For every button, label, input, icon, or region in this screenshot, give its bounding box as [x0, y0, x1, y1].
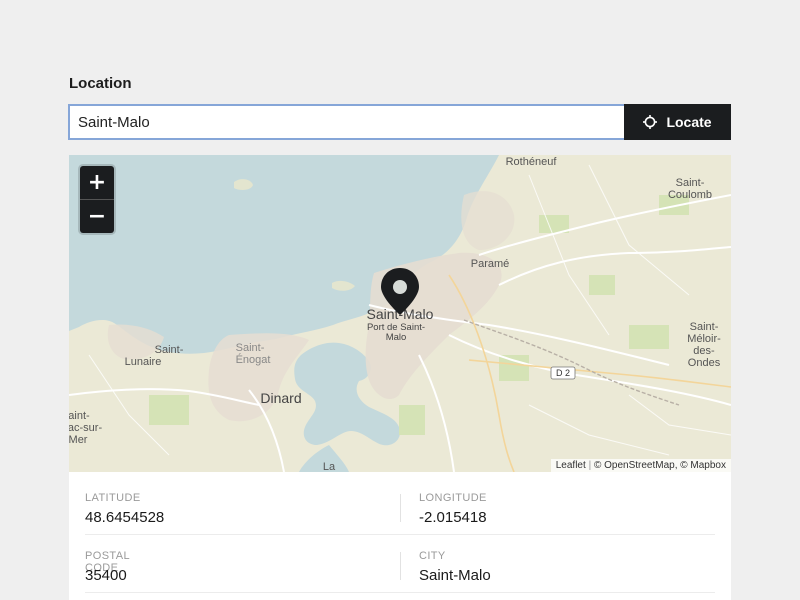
label-d2: D 2 [556, 368, 570, 378]
latitude-value: 48.6454528 [85, 509, 165, 526]
location-input[interactable] [68, 104, 624, 140]
map-tiles[interactable]: Rothéneuf Saint- Coulomb Paramé Saint- L… [69, 155, 731, 472]
label-saint-briac-2: ac-sur- [69, 422, 102, 434]
label-parame: Paramé [471, 258, 510, 270]
mapbox-link[interactable]: © Mapbox [680, 460, 726, 471]
zoom-control: + − [80, 166, 114, 233]
city-label: CITY [419, 550, 446, 562]
label-port-2: Malo [386, 332, 407, 343]
longitude-value: -2.015418 [419, 509, 487, 526]
locate-button[interactable]: Locate [624, 104, 731, 140]
city-value: Saint-Malo [419, 567, 491, 584]
label-rotheneuf: Rothéneuf [506, 156, 558, 168]
label-saint-lunaire-2: Lunaire [125, 356, 162, 368]
label-saint-coulomb-2: Coulomb [668, 189, 712, 201]
label-la: La [323, 461, 336, 472]
zoom-out-button[interactable]: − [80, 200, 114, 233]
label-saint-meloir-4: Ondes [688, 357, 721, 369]
zoom-in-button[interactable]: + [80, 166, 114, 200]
label-saint-coulomb-1: Saint- [676, 177, 705, 189]
column-divider [400, 494, 401, 522]
label-saint-briac-3: Mer [69, 434, 88, 446]
location-label: Location [69, 75, 132, 92]
osm-link[interactable]: © OpenStreetMap, [594, 460, 678, 471]
label-saint-meloir-2: Méloir- [687, 333, 721, 345]
coordinates-row: LATITUDE 48.6454528 LONGITUDE -2.015418 [85, 476, 715, 535]
address-row: POSTAL CODE 35400 CITY Saint-Malo [85, 534, 715, 593]
label-saint-briac-1: aint- [69, 410, 90, 422]
label-saint-lunaire-1: Saint- [155, 344, 184, 356]
search-row: Locate [68, 104, 731, 140]
column-divider [400, 552, 401, 580]
map[interactable]: Rothéneuf Saint- Coulomb Paramé Saint- L… [69, 155, 731, 472]
label-saint-meloir-3: des- [693, 345, 715, 357]
postal-code-value: 35400 [85, 567, 127, 584]
location-details: LATITUDE 48.6454528 LONGITUDE -2.015418 … [69, 472, 731, 600]
latitude-label: LATITUDE [85, 492, 141, 504]
label-saint-meloir-1: Saint- [690, 321, 719, 333]
crosshair-icon [643, 115, 658, 129]
label-dinard: Dinard [260, 390, 301, 406]
leaflet-link[interactable]: Leaflet [556, 460, 586, 471]
locate-button-label: Locate [666, 114, 712, 130]
longitude-label: LONGITUDE [419, 492, 487, 504]
map-attribution: Leaflet | © OpenStreetMap, © Mapbox [550, 459, 731, 472]
label-saint-enogat-1: Saint- [236, 342, 265, 354]
attribution-separator: | [588, 460, 592, 471]
label-saint-enogat-2: Énogat [236, 353, 271, 366]
